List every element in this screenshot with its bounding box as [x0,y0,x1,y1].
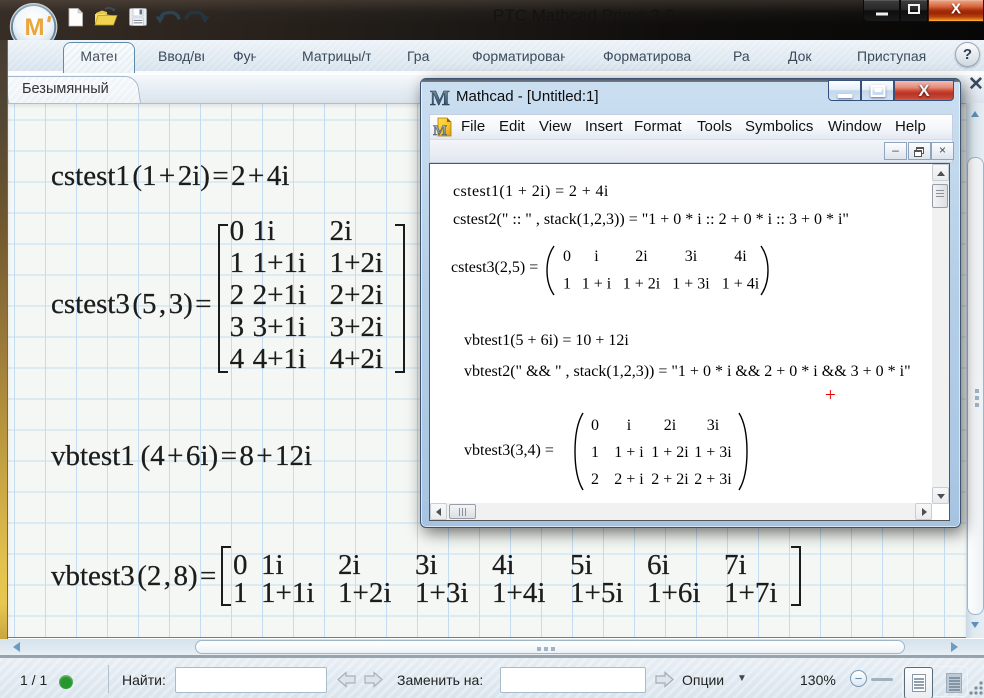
svg-text:2 + 2i: 2 + 2i [651,471,689,488]
svg-text:3i: 3i [706,417,719,434]
svg-text:1 + 2i: 1 + 2i [623,276,661,293]
svg-text:3i: 3i [685,248,698,265]
svg-text:i: i [594,248,599,265]
svg-text:0: 0 [563,248,571,265]
svg-text:1 + 3i: 1 + 3i [694,444,732,461]
svg-text:2i: 2i [663,417,676,434]
svg-text:1 + i: 1 + i [614,444,644,461]
svg-text:1 + 4i: 1 + 4i [722,276,760,293]
svg-text:2 + i: 2 + i [614,471,644,488]
svg-text:1 + 3i: 1 + 3i [672,276,710,293]
svg-text:M: M [25,14,45,41]
svg-text:i: i [626,417,631,434]
svg-text:2 + 3i: 2 + 3i [694,471,732,488]
svg-text:2i: 2i [635,248,648,265]
svg-text:4i: 4i [734,248,747,265]
svg-text:1: 1 [563,276,571,293]
svg-text:0: 0 [591,417,599,434]
svg-text:1: 1 [591,444,599,461]
svg-text:2: 2 [591,471,599,488]
svg-text:1 + 2i: 1 + 2i [651,444,689,461]
svg-text:1 + i: 1 + i [582,276,612,293]
svg-text:M: M [430,89,450,107]
svg-text:M: M [433,123,447,138]
